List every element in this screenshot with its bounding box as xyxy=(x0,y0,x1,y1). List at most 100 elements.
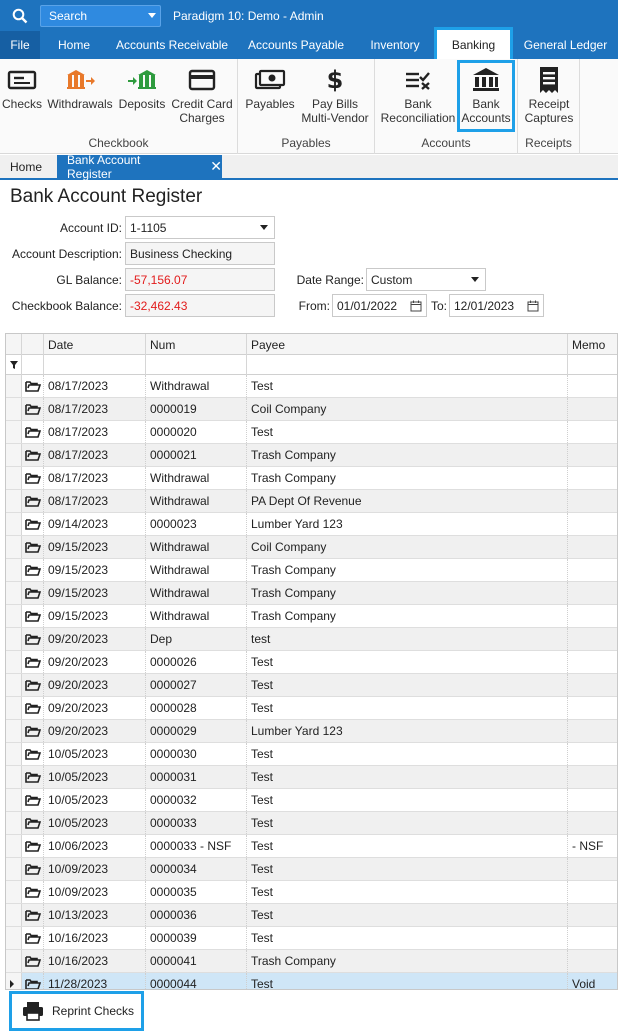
row-indicator[interactable] xyxy=(6,444,22,466)
reprint-checks-button[interactable]: Reprint Checks xyxy=(9,991,144,1031)
tab-accounts-payable[interactable]: Accounts Payable xyxy=(236,31,356,59)
row-indicator[interactable] xyxy=(6,513,22,535)
folder-icon[interactable] xyxy=(22,973,44,989)
folder-icon[interactable] xyxy=(22,582,44,604)
filter-num-input[interactable] xyxy=(146,355,247,375)
checks-button[interactable]: Checks xyxy=(2,63,42,131)
tab-home[interactable]: Home xyxy=(40,31,108,59)
folder-icon[interactable] xyxy=(22,789,44,811)
table-row[interactable]: 09/20/2023 Dep test xyxy=(6,628,617,651)
folder-icon[interactable] xyxy=(22,444,44,466)
row-indicator[interactable] xyxy=(6,766,22,788)
date-range-select[interactable]: Custom xyxy=(366,268,486,291)
row-indicator[interactable] xyxy=(6,950,22,972)
folder-icon[interactable] xyxy=(22,513,44,535)
pay-bills-button[interactable]: $ Pay Bills Multi-Vendor xyxy=(298,63,372,131)
folder-icon[interactable] xyxy=(22,651,44,673)
table-row[interactable]: 10/13/2023 0000036 Test xyxy=(6,904,617,927)
table-row[interactable]: 08/17/2023 0000020 Test xyxy=(6,421,617,444)
folder-icon[interactable] xyxy=(22,904,44,926)
row-indicator[interactable] xyxy=(6,605,22,627)
calendar-icon[interactable] xyxy=(527,300,539,312)
row-indicator[interactable] xyxy=(6,421,22,443)
folder-icon[interactable] xyxy=(22,398,44,420)
folder-icon[interactable] xyxy=(22,743,44,765)
folder-icon[interactable] xyxy=(22,881,44,903)
folder-icon[interactable] xyxy=(22,490,44,512)
account-id-select[interactable]: 1-1105 xyxy=(125,216,275,239)
close-icon[interactable]: ✕ xyxy=(210,158,222,175)
row-indicator[interactable] xyxy=(6,835,22,857)
search-box[interactable]: Search xyxy=(40,4,161,27)
folder-icon[interactable] xyxy=(22,858,44,880)
folder-icon[interactable] xyxy=(22,927,44,949)
table-row[interactable]: 09/14/2023 0000023 Lumber Yard 123 xyxy=(6,513,617,536)
table-row[interactable]: 10/05/2023 0000030 Test xyxy=(6,743,617,766)
row-indicator[interactable] xyxy=(6,375,22,397)
doc-tab-bank-account-register[interactable]: Bank Account Register ✕ xyxy=(57,153,222,181)
folder-icon[interactable] xyxy=(22,812,44,834)
table-row[interactable]: 10/06/2023 0000033 - NSF Test - NSF xyxy=(6,835,617,858)
table-row[interactable]: 09/20/2023 0000026 Test xyxy=(6,651,617,674)
row-indicator[interactable] xyxy=(6,720,22,742)
row-indicator[interactable] xyxy=(6,467,22,489)
table-row[interactable]: 09/15/2023 Withdrawal Coil Company xyxy=(6,536,617,559)
row-indicator[interactable] xyxy=(6,743,22,765)
table-row[interactable]: 10/05/2023 0000031 Test xyxy=(6,766,617,789)
row-indicator[interactable] xyxy=(6,674,22,696)
tab-banking[interactable]: Banking xyxy=(434,27,513,59)
folder-icon[interactable] xyxy=(22,950,44,972)
table-row[interactable]: 08/17/2023 0000021 Trash Company xyxy=(6,444,617,467)
row-indicator[interactable] xyxy=(6,697,22,719)
chevron-down-icon[interactable] xyxy=(148,13,156,18)
table-row[interactable]: 11/28/2023 0000044 Test Void xyxy=(6,973,617,989)
folder-icon[interactable] xyxy=(22,605,44,627)
header-num[interactable]: Num xyxy=(146,334,247,355)
filter-payee-input[interactable] xyxy=(247,355,568,375)
row-indicator[interactable] xyxy=(6,789,22,811)
calendar-icon[interactable] xyxy=(410,300,422,312)
folder-icon[interactable] xyxy=(22,835,44,857)
row-indicator[interactable] xyxy=(6,398,22,420)
row-indicator[interactable] xyxy=(6,904,22,926)
bank-accounts-button[interactable]: Bank Accounts xyxy=(457,60,515,132)
header-memo[interactable]: Memo xyxy=(568,334,617,355)
table-row[interactable]: 08/17/2023 0000019 Coil Company xyxy=(6,398,617,421)
bank-reconciliation-button[interactable]: Bank Reconciliation xyxy=(379,63,457,131)
withdrawals-button[interactable]: Withdrawals xyxy=(46,63,114,131)
filter-memo-input[interactable] xyxy=(568,355,617,375)
row-indicator[interactable] xyxy=(6,628,22,650)
folder-icon[interactable] xyxy=(22,559,44,581)
table-row[interactable]: 09/20/2023 0000028 Test xyxy=(6,697,617,720)
table-row[interactable]: 10/09/2023 0000034 Test xyxy=(6,858,617,881)
doc-tab-home[interactable]: Home xyxy=(0,155,56,178)
row-indicator[interactable] xyxy=(6,927,22,949)
folder-icon[interactable] xyxy=(22,421,44,443)
to-date-input[interactable]: 12/01/2023 xyxy=(449,294,544,317)
table-row[interactable]: 08/17/2023 Withdrawal PA Dept Of Revenue xyxy=(6,490,617,513)
row-indicator[interactable] xyxy=(6,812,22,834)
folder-icon[interactable] xyxy=(22,628,44,650)
menu-file[interactable]: File xyxy=(0,31,40,59)
row-indicator[interactable] xyxy=(6,536,22,558)
folder-icon[interactable] xyxy=(22,467,44,489)
folder-icon[interactable] xyxy=(22,766,44,788)
chevron-down-icon[interactable] xyxy=(260,225,268,230)
table-row[interactable]: 09/15/2023 Withdrawal Trash Company xyxy=(6,559,617,582)
table-row[interactable]: 10/16/2023 0000039 Test xyxy=(6,927,617,950)
filter-icon[interactable] xyxy=(6,355,22,375)
folder-icon[interactable] xyxy=(22,720,44,742)
search-icon[interactable] xyxy=(0,0,40,31)
table-row[interactable]: 10/05/2023 0000032 Test xyxy=(6,789,617,812)
row-indicator[interactable] xyxy=(6,582,22,604)
chevron-down-icon[interactable] xyxy=(471,277,479,282)
folder-icon[interactable] xyxy=(22,674,44,696)
receipt-captures-button[interactable]: Receipt Captures xyxy=(521,63,577,131)
row-indicator[interactable] xyxy=(6,559,22,581)
tab-inventory[interactable]: Inventory xyxy=(356,31,434,59)
payables-button[interactable]: Payables xyxy=(242,63,298,131)
row-indicator[interactable] xyxy=(6,881,22,903)
table-row[interactable]: 08/17/2023 Withdrawal Test xyxy=(6,375,617,398)
table-row[interactable]: 09/15/2023 Withdrawal Trash Company xyxy=(6,582,617,605)
folder-icon[interactable] xyxy=(22,536,44,558)
